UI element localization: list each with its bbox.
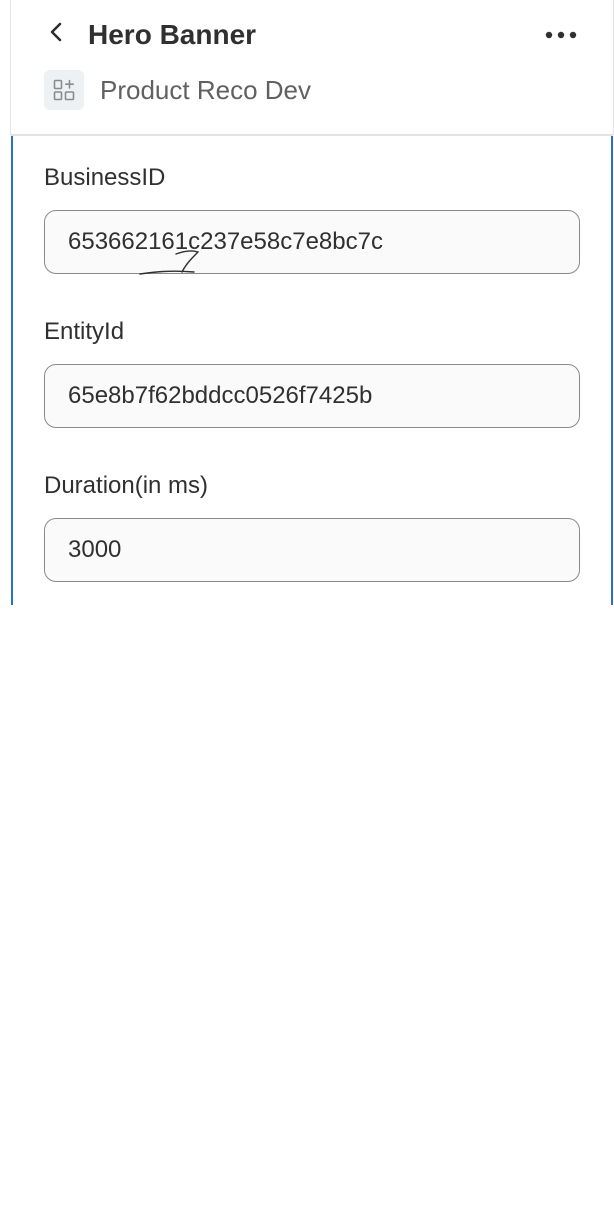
duration-input[interactable] [44, 518, 580, 582]
page-title: Hero Banner [88, 19, 257, 50]
business-id-label: BusinessID [44, 164, 166, 191]
settings-form: BusinessID EntityId Duration(in ms) [11, 136, 613, 605]
entity-id-field-group: EntityId [44, 316, 580, 428]
entity-id-input[interactable] [44, 364, 580, 428]
duration-label: Duration(in ms) [44, 472, 209, 499]
app-name: Product Reco Dev [100, 74, 311, 105]
business-id-input[interactable] [44, 210, 580, 274]
chevron-left-icon [47, 21, 67, 48]
back-button[interactable] [39, 16, 75, 52]
more-actions-button[interactable] [541, 17, 581, 53]
duration-field-group: Duration(in ms) [44, 470, 580, 582]
entity-id-label: EntityId [44, 318, 125, 345]
horizontal-dots-icon [545, 26, 577, 44]
settings-panel: Hero Banner Product Reco Dev BusinessID … [0, 0, 614, 1232]
app-breadcrumb: Product Reco Dev [44, 70, 311, 110]
panel-header: Hero Banner Product Reco Dev [11, 0, 613, 136]
business-id-field-group: BusinessID [44, 162, 580, 275]
app-grid-icon [44, 70, 84, 110]
